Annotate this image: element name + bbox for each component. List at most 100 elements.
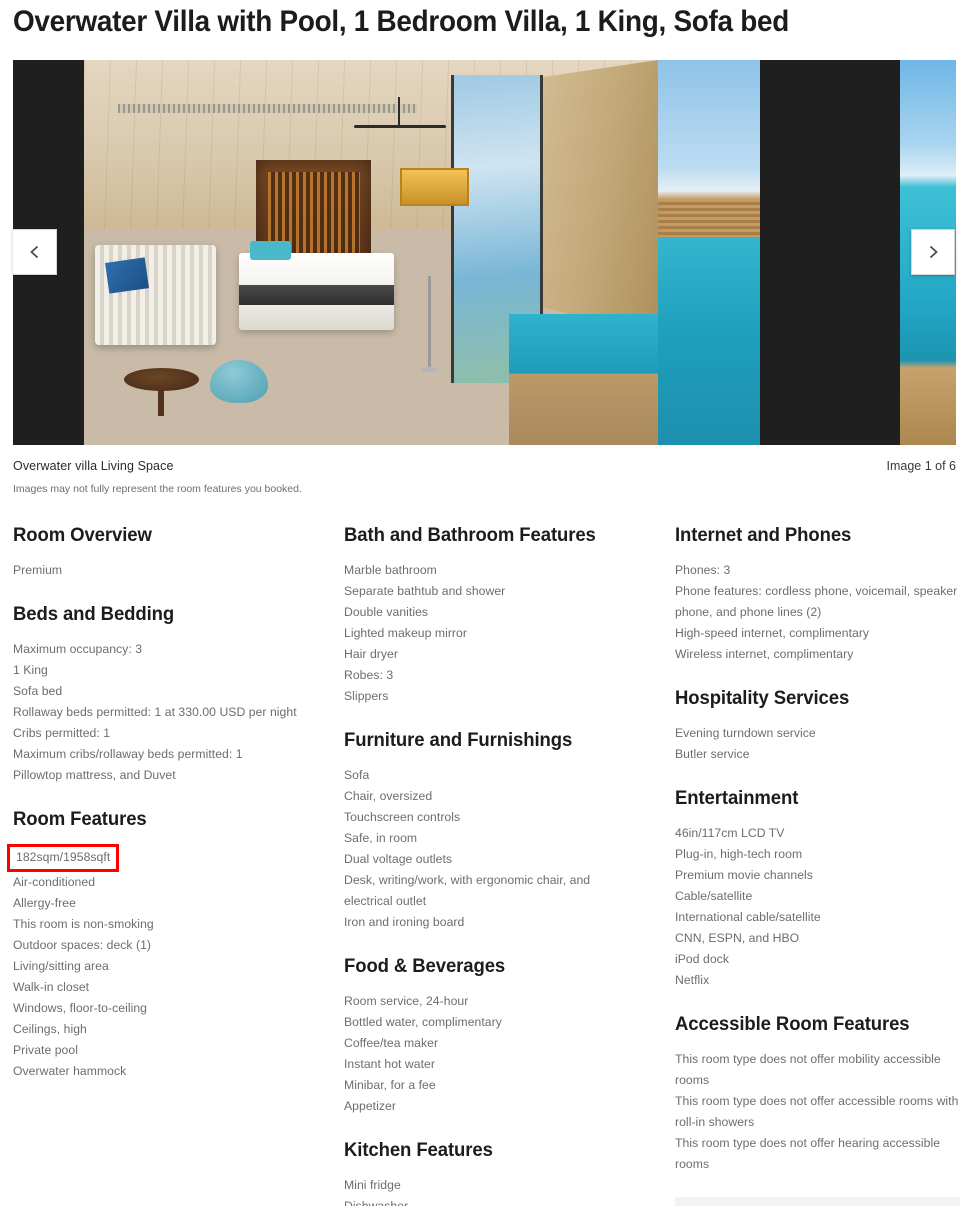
section-item-list: 46in/117cm LCD TV Plug-in, high-tech room… — [675, 823, 960, 991]
feature-item: High-speed internet, complimentary — [675, 626, 870, 640]
feature-item: Rollaway beds permitted: 1 at 330.00 USD… — [13, 705, 297, 719]
feature-item: Premium — [13, 563, 63, 577]
feature-item: Premium movie channels — [675, 868, 813, 882]
feature-item: This room type does not offer accessible… — [675, 1094, 959, 1129]
feature-item: Room service, 24-hour — [344, 994, 469, 1008]
section-heading: Furniture and Furnishings — [344, 729, 573, 751]
section-item-list: Mini fridge Dishwasher — [344, 1175, 634, 1206]
feature-item: iPod dock — [675, 952, 729, 966]
feature-item: Cable/satellite — [675, 889, 753, 903]
section-room-features: Room Features 182sqm/1958sqft Air-conditio… — [7, 808, 313, 1082]
feature-item: 182sqm/1958sqft — [7, 844, 313, 872]
column-left: Room Overview Premium Beds and Bedding Maxi… — [7, 524, 313, 1082]
page-title: Overwater Villa with Pool, 1 Bedroom Vil… — [13, 5, 790, 38]
feature-item: 46in/117cm LCD TV — [675, 826, 785, 840]
room-detail-columns: Room Overview Premium Beds and Bedding Maxi… — [0, 524, 968, 1206]
carousel-slide-strip — [13, 60, 956, 445]
section-heading: Kitchen Features — [344, 1139, 493, 1161]
section-item-list: Phones: 3 Phone features: cordless phone,… — [675, 560, 960, 665]
feature-item: Slippers — [344, 689, 389, 703]
feature-item: Coffee/tea maker — [344, 1036, 439, 1050]
feature-item: Sofa bed — [13, 684, 63, 698]
feature-item: Phones: 3 — [675, 563, 731, 577]
carousel-next-button[interactable] — [911, 229, 955, 275]
feature-item: Private pool — [13, 1043, 78, 1057]
feature-item: Touchscreen controls — [344, 810, 461, 824]
image-carousel[interactable] — [13, 60, 956, 445]
section-item-list: Evening turndown service Butler service — [675, 723, 960, 765]
feature-item: Double vanities — [344, 605, 429, 619]
feature-item: Desk, writing/work, with ergonomic chair… — [344, 873, 591, 908]
image-disclaimer: Images may not fully represent the room … — [13, 483, 302, 495]
bonvoy-banner: Join Marriott Bonvoy during your booking… — [675, 1197, 960, 1206]
column-middle: Bath and Bathroom Features Marble bathroo… — [344, 524, 634, 1206]
room-details-page: Overwater Villa with Pool, 1 Bedroom Vil… — [0, 0, 968, 1206]
feature-item: Lighted makeup mirror — [344, 626, 467, 640]
feature-item: Phone features: cordless phone, voicemai… — [675, 584, 958, 619]
feature-item: Allergy-free — [13, 896, 76, 910]
column-right: Internet and Phones Phones: 3 Phone featur… — [675, 524, 960, 1206]
feature-item: Mini fridge — [344, 1178, 401, 1192]
section-beds-and-bedding: Beds and Bedding Maximum occupancy: 3 1 Ki… — [13, 603, 313, 786]
villa-interior-photo — [84, 60, 658, 445]
feature-item: Ceilings, high — [13, 1022, 87, 1036]
section-heading: Room Features — [13, 808, 147, 830]
highlighted-feature: 182sqm/1958sqft — [7, 844, 120, 872]
section-bath-and-bathroom-features: Bath and Bathroom Features Marble bathroo… — [344, 524, 634, 707]
feature-item: Air-conditioned — [13, 875, 96, 889]
feature-item: Wireless internet, complimentary — [675, 647, 854, 661]
section-room-overview: Room Overview Premium — [13, 524, 313, 581]
feature-item: Robes: 3 — [344, 668, 394, 682]
section-food-beverages: Food & Beverages Room service, 24-hour Bot… — [344, 955, 634, 1117]
section-heading: Food & Beverages — [344, 955, 506, 977]
feature-item: Maximum occupancy: 3 — [13, 642, 143, 656]
section-item-list: Sofa Chair, oversized Touchscreen controls… — [344, 765, 634, 933]
feature-item: 1 King — [13, 663, 48, 677]
feature-item: Iron and ironing board — [344, 915, 465, 929]
feature-item: Dishwasher — [344, 1199, 409, 1206]
feature-item: Instant hot water — [344, 1057, 435, 1071]
feature-item: This room type does not offer mobility a… — [675, 1052, 941, 1087]
feature-item: Hair dryer — [344, 647, 398, 661]
feature-item: Windows, floor-to-ceiling — [13, 1001, 148, 1015]
feature-item: Netflix — [675, 973, 710, 987]
section-entertainment: Entertainment 46in/117cm LCD TV Plug-in, h… — [675, 787, 960, 991]
feature-item: Maximum cribs/rollaway beds permitted: 1 — [13, 747, 243, 761]
feature-item: This room type does not offer hearing ac… — [675, 1136, 941, 1171]
carousel-image-current — [84, 60, 658, 445]
feature-item: Chair, oversized — [344, 789, 433, 803]
feature-item: Appetizer — [344, 1099, 396, 1113]
image-caption-row: Overwater villa Living Space Image 1 of … — [13, 459, 956, 473]
section-hospitality-services: Hospitality Services Evening turndown ser… — [675, 687, 960, 765]
section-item-list: This room type does not offer mobility a… — [675, 1049, 960, 1175]
feature-item: Living/sitting area — [13, 959, 109, 973]
section-kitchen-features: Kitchen Features Mini fridge Dishwasher — [344, 1139, 634, 1206]
section-item-list: Marble bathroom Separate bathtub and show… — [344, 560, 634, 707]
section-internet-and-phones: Internet and Phones Phones: 3 Phone featur… — [675, 524, 960, 665]
chevron-left-icon — [27, 244, 43, 260]
section-heading: Bath and Bathroom Features — [344, 524, 596, 546]
section-item-list: Maximum occupancy: 3 1 King Sofa bed Rollaw… — [13, 639, 313, 786]
feature-item: Separate bathtub and shower — [344, 584, 506, 598]
feature-item: Evening turndown service — [675, 726, 816, 740]
feature-item: Sofa — [344, 768, 370, 782]
carousel-prev-button[interactable] — [13, 229, 57, 275]
feature-item: Plug-in, high-tech room — [675, 847, 803, 861]
section-heading: Entertainment — [675, 787, 799, 809]
section-heading: Hospitality Services — [675, 687, 850, 709]
feature-item: Pillowtop mattress, and Duvet — [13, 768, 176, 782]
section-furniture-and-furnishings: Furniture and Furnishings Sofa Chair, over… — [344, 729, 634, 933]
feature-item: Minibar, for a fee — [344, 1078, 436, 1092]
image-counter: Image 1 of 6 — [886, 459, 957, 473]
section-heading: Room Overview — [13, 524, 152, 546]
section-item-list: 182sqm/1958sqft Air-conditioned Allergy-fr… — [7, 844, 313, 1082]
feature-item: Butler service — [675, 747, 750, 761]
carousel-image-edge — [658, 60, 760, 445]
feature-item: Overwater hammock — [13, 1064, 127, 1078]
feature-item: Bottled water, complimentary — [344, 1015, 502, 1029]
section-heading: Accessible Room Features — [675, 1013, 910, 1035]
pool-deck-photo — [658, 60, 760, 445]
feature-item: Walk-in closet — [13, 980, 90, 994]
section-heading: Internet and Phones — [675, 524, 852, 546]
feature-item: Dual voltage outlets — [344, 852, 453, 866]
